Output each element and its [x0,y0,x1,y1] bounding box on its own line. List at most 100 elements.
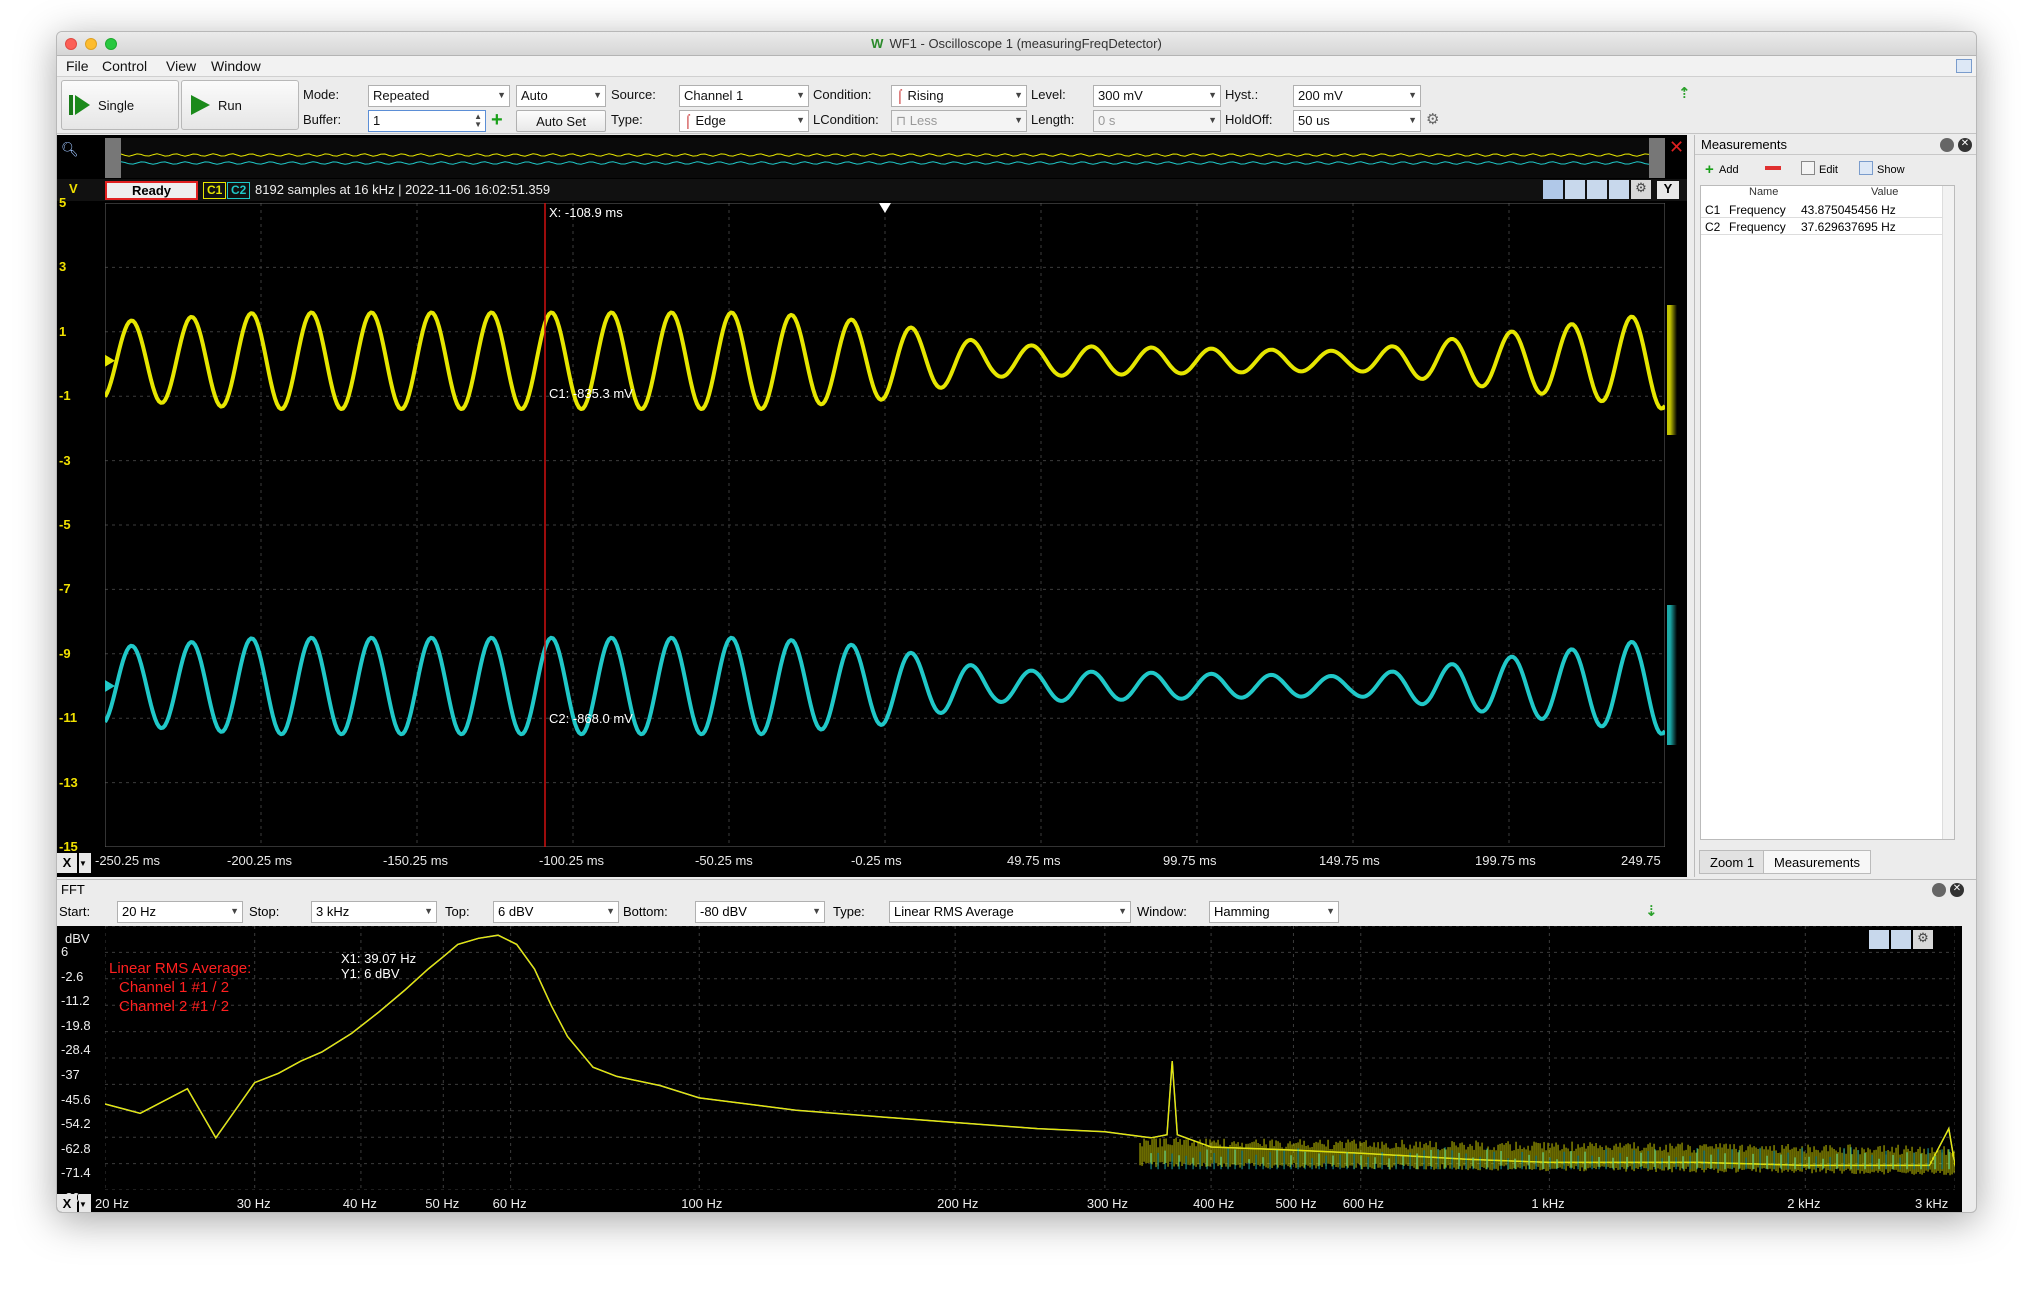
x-tick-label: 49.75 ms [1007,853,1060,868]
cursor-c2-readout: C2: -868.0 mV [549,711,633,726]
auto-select[interactable]: Auto ▼ [516,85,606,107]
single-icon [68,93,92,117]
rising-edge-icon: ⌠ [896,88,907,103]
marker-tool-icon[interactable] [1587,180,1607,199]
close-icon[interactable]: ✕ [1950,883,1964,897]
chevron-down-icon: ▼ [796,115,805,125]
menu-view[interactable]: View [166,58,196,74]
fft-x-tick-label: 300 Hz [1087,1196,1128,1211]
fft-legend-c1: Channel 1 #1 / 2 [119,979,229,996]
show-button[interactable]: Show [1877,164,1905,176]
channel-2-tag[interactable]: C2 [227,182,250,199]
magnify-tool-icon[interactable] [1543,180,1563,199]
y-tick-label: -7 [59,581,71,596]
overview-strip[interactable] [105,138,1665,178]
level-input[interactable]: 300 mV ▼ [1093,85,1221,107]
fft-x-tick-label: 400 Hz [1193,1196,1234,1211]
y-tick-label: 5 [59,195,66,210]
type-label: Type: [611,112,643,127]
menu-file[interactable]: File [66,58,89,74]
time-plot[interactable]: X: -108.9 ms C1: -835.3 mV C2: -868.0 mV [105,203,1665,847]
x-axis-button[interactable]: X [57,853,77,873]
menu-window[interactable]: Window [211,58,261,74]
x-tick-label: 99.75 ms [1163,853,1216,868]
fft-y-tick-label: 6 [61,944,68,959]
stepper-icon[interactable]: ▲ ▼ [474,113,482,129]
fft-x-axis-dropdown-icon[interactable]: ▼ [79,1194,91,1213]
fft-start-select[interactable]: 20 Hz ▼ [117,901,243,923]
buffer-input[interactable]: 1 ▲ ▼ [368,110,486,132]
fft-header: FFT ✕ [57,879,1976,899]
fft-start-value: 20 Hz [122,904,156,919]
edge-icon: ⌠ [684,113,695,128]
title-bar: W WF1 - Oscilloscope 1 (measuringFreqDete… [57,32,1976,56]
window-title: WF1 - Oscilloscope 1 (measuringFreqDetec… [889,36,1161,51]
chevron-down-icon: ▼ [1014,115,1023,125]
cursor-tool-icon[interactable] [1869,930,1889,949]
auto-value: Auto [521,88,548,103]
fft-x-axis-button[interactable]: X [57,1194,77,1213]
fft-noise-floor [1140,1138,1954,1176]
cursor-tool-icon[interactable] [1565,180,1585,199]
add-buffer-icon[interactable]: + [491,109,503,132]
fft-x-tick-label: 60 Hz [493,1196,527,1211]
remove-icon[interactable] [1765,166,1781,170]
chevron-down-icon: ▼ [1408,115,1417,125]
undock-icon[interactable] [1932,883,1946,897]
list-tool-icon[interactable] [1891,930,1911,949]
auto-set-button[interactable]: Auto Set [516,110,606,132]
fft-window-select[interactable]: Hamming ▼ [1209,901,1339,923]
lcondition-select[interactable]: ⊓ Less ▼ [891,110,1027,132]
measurements-tabs: Zoom 1 Measurements [1695,850,1977,874]
dock-icon[interactable] [1956,59,1972,73]
fft-top-select[interactable]: 6 dBV ▼ [493,901,619,923]
fft-legend-c2: Channel 2 #1 / 2 [119,998,229,1015]
edit-button[interactable]: Edit [1819,164,1838,176]
holdoff-value: 50 us [1298,113,1330,128]
tab-zoom-1[interactable]: Zoom 1 [1699,850,1765,874]
condition-select[interactable]: ⌠ Rising ▼ [891,85,1027,107]
x-tick-label: 249.75 [1621,853,1661,868]
pulse-icon: ⊓ [896,113,910,128]
settings-tool-icon[interactable]: ⚙ [1631,180,1651,199]
scrollbar[interactable] [1942,186,1954,839]
y-axis-button[interactable]: Y [1657,181,1679,199]
source-select[interactable]: Channel 1 ▼ [679,85,809,107]
x-axis-dropdown-icon[interactable]: ▼ [79,853,91,873]
close-icon[interactable]: ✕ [1958,138,1972,152]
add-button[interactable]: Add [1719,164,1739,176]
close-overview-icon[interactable]: ✕ [1669,137,1684,158]
y-tick-label: -13 [59,775,78,790]
y-tick-label: 3 [59,259,66,274]
table-row[interactable]: C1 Frequency 43.875045456 Hz [1701,202,1954,218]
fft-stop-select[interactable]: 3 kHz ▼ [311,901,437,923]
mode-select[interactable]: Repeated ▼ [368,85,510,107]
x-tick-label: 149.75 ms [1319,853,1380,868]
add-icon[interactable]: + [1705,161,1714,178]
menu-control[interactable]: Control [102,58,147,74]
cursor-c1-readout: C1: -835.3 mV [549,386,633,401]
fft-y-tick-label: -54.2 [61,1116,91,1131]
type-select[interactable]: ⌠ Edge ▼ [679,110,809,132]
undock-icon[interactable] [1940,138,1954,152]
zoom-icon[interactable]: 🔍︎ [61,141,79,158]
run-button[interactable]: Run [181,80,299,130]
list-tool-icon[interactable] [1609,180,1629,199]
tab-measurements[interactable]: Measurements [1763,850,1871,874]
channel-1-tag[interactable]: C1 [203,182,226,199]
arrow-up-icon[interactable]: ⇡ [1678,84,1691,102]
settings-tool-icon[interactable]: ⚙ [1913,930,1933,949]
fft-type-select[interactable]: Linear RMS Average ▼ [889,901,1131,923]
chevron-down-icon: ▼ [1208,90,1217,100]
length-input[interactable]: 0 s ▼ [1093,110,1221,132]
holdoff-input[interactable]: 50 us ▼ [1293,110,1421,132]
arrow-down-icon[interactable]: ⇣ [1645,902,1658,920]
table-row[interactable]: C2 Frequency 37.629637695 Hz [1701,219,1954,235]
gear-icon[interactable]: ⚙ [1426,110,1439,128]
y-tick-label: -1 [59,388,71,403]
y-tick-label: -9 [59,646,71,661]
y-tick-label: -5 [59,517,71,532]
single-button[interactable]: Single [61,80,179,130]
fft-bottom-select[interactable]: -80 dBV ▼ [695,901,825,923]
hyst-input[interactable]: 200 mV ▼ [1293,85,1421,107]
